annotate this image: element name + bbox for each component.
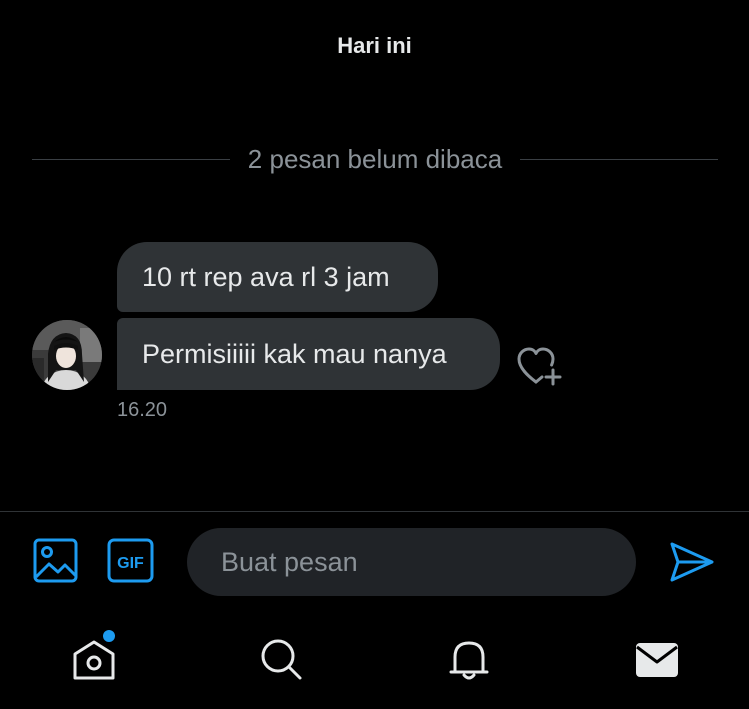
add-reaction-button[interactable] xyxy=(514,344,568,388)
nav-notifications-button[interactable] xyxy=(444,634,494,684)
send-button[interactable] xyxy=(668,540,716,584)
unread-divider: 2 pesan belum dibaca xyxy=(32,142,718,176)
avatar[interactable] xyxy=(32,320,102,390)
day-header: Hari ini xyxy=(337,33,412,58)
gif-icon: GIF xyxy=(107,538,154,583)
image-icon xyxy=(33,538,78,583)
divider-line-left xyxy=(32,158,230,160)
message-input-container[interactable] xyxy=(187,528,636,596)
composer-divider xyxy=(0,511,749,512)
message-bubble[interactable]: Permisiiiii kak mau nanya xyxy=(117,318,500,390)
message-bubble[interactable]: 10 rt rep ava rl 3 jam xyxy=(117,242,438,312)
heart-plus-icon xyxy=(517,347,562,386)
mail-icon xyxy=(636,643,678,677)
nav-search-button[interactable] xyxy=(256,634,306,684)
nav-home-button[interactable] xyxy=(69,634,119,684)
message-input[interactable] xyxy=(187,528,636,596)
notification-dot xyxy=(103,630,115,642)
divider-line-right xyxy=(520,158,718,160)
add-media-button[interactable] xyxy=(33,538,79,584)
add-gif-button[interactable]: GIF xyxy=(107,538,155,584)
send-icon xyxy=(670,542,714,582)
search-icon xyxy=(261,639,302,680)
unread-label: 2 pesan belum dibaca xyxy=(247,143,503,174)
nav-messages-button[interactable] xyxy=(632,634,682,684)
home-icon xyxy=(73,640,115,680)
gif-label: GIF xyxy=(117,555,144,572)
message-timestamp: 16.20 xyxy=(117,399,168,421)
avatar-image xyxy=(32,320,102,390)
bell-icon xyxy=(449,641,489,680)
